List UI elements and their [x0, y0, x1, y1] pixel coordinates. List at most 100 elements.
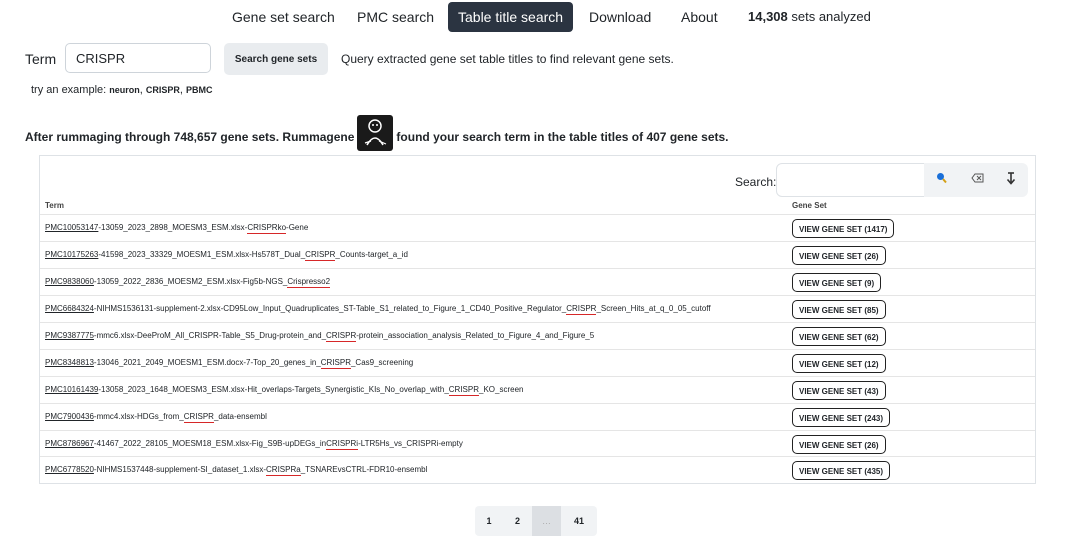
pmc-link[interactable]: PMC8786967 — [45, 439, 94, 448]
table-row: PMC10161439-13058_2023_1648_MOESM3_ESM.x… — [40, 376, 1035, 404]
summary-part1: After rummaging through 748,657 gene set… — [25, 130, 355, 144]
row-term: PMC7900436-mmc4.xlsx-HDGs_from_CRISPR_da… — [45, 412, 267, 423]
nav-table-title-search[interactable]: Table title search — [448, 2, 574, 32]
results-summary: After rummaging through 748,657 gene set… — [25, 115, 729, 155]
search-gene-sets-button[interactable]: Search gene sets — [224, 43, 328, 75]
row-term: PMC10161439-13058_2023_1648_MOESM3_ESM.x… — [45, 385, 524, 396]
term-prefix: -13059_2022_2836_MOESM2_ESM.xlsx-Fig5b-N… — [93, 277, 288, 286]
term-match: Crispresso2 — [287, 277, 331, 288]
term-match: CRISPR — [183, 412, 214, 423]
sets-analyzed-count: 14,308 — [748, 9, 788, 24]
column-header-gene-set[interactable]: Gene Set — [792, 201, 827, 210]
row-term: PMC8786967-41467_2022_28105_MOESM18_ESM.… — [45, 439, 463, 450]
term-input[interactable] — [65, 43, 211, 73]
page-2-button[interactable]: 2 — [503, 506, 532, 536]
table-row: PMC9387775-mmc6.xlsx-DeeProM_All_CRISPR-… — [40, 322, 1035, 350]
view-gene-set-button[interactable]: VIEW GENE SET (26) — [792, 246, 886, 265]
pmc-link[interactable]: PMC10053147 — [45, 223, 98, 232]
sets-analyzed-stat: 14,308 sets analyzed — [748, 2, 871, 32]
term-prefix: -mmc6.xlsx-DeeProM_All_CRISPR-Table_S5_D… — [93, 331, 327, 340]
row-term: PMC6684324-NIHMS1536131-supplement-2.xls… — [45, 304, 711, 315]
search-description: Query extracted gene set table titles to… — [341, 52, 674, 66]
row-term: PMC10053147-13059_2023_2898_MOESM3_ESM.x… — [45, 223, 309, 234]
term-match: CRISPRko — [247, 223, 287, 234]
example-crispr[interactable]: CRISPR — [146, 85, 180, 95]
pmc-link[interactable]: PMC8348813 — [45, 358, 94, 367]
term-prefix: -NIHMS1537448-supplement-SI_dataset_1.xl… — [93, 465, 267, 474]
table-row: PMC10175263-41598_2023_33329_MOESM1_ESM.… — [40, 241, 1035, 269]
term-suffix: -protein_association_analysis_Related_to… — [356, 331, 595, 340]
column-header-term[interactable]: Term — [45, 201, 64, 210]
summary-part2: found your search term in the table titl… — [396, 130, 729, 144]
examples-prefix: try an example: — [31, 84, 110, 96]
pmc-link[interactable]: PMC10175263 — [45, 250, 98, 259]
pagination: 1 2 … 41 — [475, 506, 597, 536]
row-term: PMC10175263-41598_2023_33329_MOESM1_ESM.… — [45, 250, 408, 261]
example-pbmc[interactable]: PBMC — [186, 85, 213, 95]
view-gene-set-button[interactable]: VIEW GENE SET (435) — [792, 461, 891, 480]
table-row: PMC8348813-13046_2021_2049_MOESM1_ESM.do… — [40, 349, 1035, 377]
table-row: PMC10053147-13059_2023_2898_MOESM3_ESM.x… — [40, 214, 1035, 242]
table-row: PMC8786967-41467_2022_28105_MOESM18_ESM.… — [40, 430, 1035, 458]
term-match: CRISPRa — [266, 465, 301, 476]
view-gene-set-button[interactable]: VIEW GENE SET (243) — [792, 408, 891, 427]
term-suffix: _data-ensembl — [213, 412, 267, 421]
nav-pmc-search[interactable]: PMC search — [347, 2, 444, 32]
table-row: PMC9838060-13059_2022_2836_MOESM2_ESM.xl… — [40, 268, 1035, 296]
term-prefix: -41598_2023_33329_MOESM1_ESM.xlsx-Hs578T… — [98, 250, 306, 259]
nav-download[interactable]: Download — [579, 2, 661, 32]
row-term: PMC9387775-mmc6.xlsx-DeeProM_All_CRISPR-… — [45, 331, 595, 342]
table-row: PMC6684324-NIHMS1536131-supplement-2.xls… — [40, 295, 1035, 323]
view-gene-set-button[interactable]: VIEW GENE SET (43) — [792, 381, 886, 400]
top-nav: Gene set search PMC search Table title s… — [0, 2, 1080, 32]
term-label: Term — [25, 51, 57, 67]
term-suffix: -Gene — [286, 223, 309, 232]
term-prefix: -13059_2023_2898_MOESM3_ESM.xlsx- — [98, 223, 248, 232]
term-match: CRISPR — [320, 358, 351, 369]
term-suffix: _Counts-target_a_id — [335, 250, 408, 259]
download-icon[interactable] — [1006, 172, 1016, 189]
pmc-link[interactable]: PMC9838060 — [45, 277, 94, 286]
term-prefix: -mmc4.xlsx-HDGs_from_ — [93, 412, 184, 421]
view-gene-set-button[interactable]: VIEW GENE SET (26) — [792, 435, 886, 454]
view-gene-set-button[interactable]: VIEW GENE SET (1417) — [792, 219, 895, 238]
term-match: CRISPR — [326, 331, 357, 342]
view-gene-set-button[interactable]: VIEW GENE SET (62) — [792, 327, 886, 346]
view-gene-set-button[interactable]: VIEW GENE SET (12) — [792, 354, 886, 373]
sets-analyzed-label: sets analyzed — [787, 9, 871, 24]
pmc-link[interactable]: PMC10161439 — [45, 385, 98, 394]
view-gene-set-button[interactable]: VIEW GENE SET (85) — [792, 300, 886, 319]
row-term: PMC6778520-NIHMS1537448-supplement-SI_da… — [45, 465, 428, 476]
nav-gene-set-search[interactable]: Gene set search — [222, 2, 345, 32]
table-search-label: Search: — [735, 175, 777, 189]
view-gene-set-button[interactable]: VIEW GENE SET (9) — [792, 273, 882, 292]
examples-line: try an example: neuron, CRISPR, PBMC — [31, 84, 213, 96]
row-term: PMC9838060-13059_2022_2836_MOESM2_ESM.xl… — [45, 277, 331, 288]
term-prefix: -NIHMS1536131-supplement-2.xlsx-CD95Low_… — [93, 304, 567, 313]
example-neuron[interactable]: neuron — [109, 85, 140, 95]
term-match: CRISPR — [566, 304, 597, 315]
page-1-button[interactable]: 1 — [475, 506, 503, 536]
search-icon[interactable] — [936, 172, 947, 187]
term-prefix: -41467_2022_28105_MOESM18_ESM.xlsx-Fig_S… — [93, 439, 327, 448]
page-ellipsis: … — [532, 506, 561, 536]
table-row: PMC7900436-mmc4.xlsx-HDGs_from_CRISPR_da… — [40, 403, 1035, 431]
pmc-link[interactable]: PMC9387775 — [45, 331, 94, 340]
term-prefix: -13046_2021_2049_MOESM1_ESM.docx-7-Top_2… — [93, 358, 321, 367]
pmc-link[interactable]: PMC6778520 — [45, 465, 94, 474]
nav-about[interactable]: About — [671, 2, 728, 32]
row-term: PMC8348813-13046_2021_2049_MOESM1_ESM.do… — [45, 358, 413, 369]
term-match: CRISPRi — [326, 439, 359, 450]
term-match: CRISPR — [305, 250, 336, 261]
term-prefix: -13058_2023_1648_MOESM3_ESM.xlsx-Hit_ove… — [98, 385, 449, 394]
pmc-link[interactable]: PMC6684324 — [45, 304, 94, 313]
clear-icon[interactable] — [971, 172, 984, 186]
rummagene-logo-icon — [357, 115, 394, 151]
pmc-link[interactable]: PMC7900436 — [45, 412, 94, 421]
page-41-button[interactable]: 41 — [561, 506, 597, 536]
table-tools — [924, 163, 1028, 197]
term-suffix: _TSNAREvsCTRL-FDR10-ensembl — [300, 465, 428, 474]
term-suffix: _KO_screen — [479, 385, 524, 394]
table-row: PMC6778520-NIHMS1537448-supplement-SI_da… — [40, 456, 1035, 484]
term-suffix: -LTR5Hs_vs_CRISPRi-empty — [358, 439, 463, 448]
